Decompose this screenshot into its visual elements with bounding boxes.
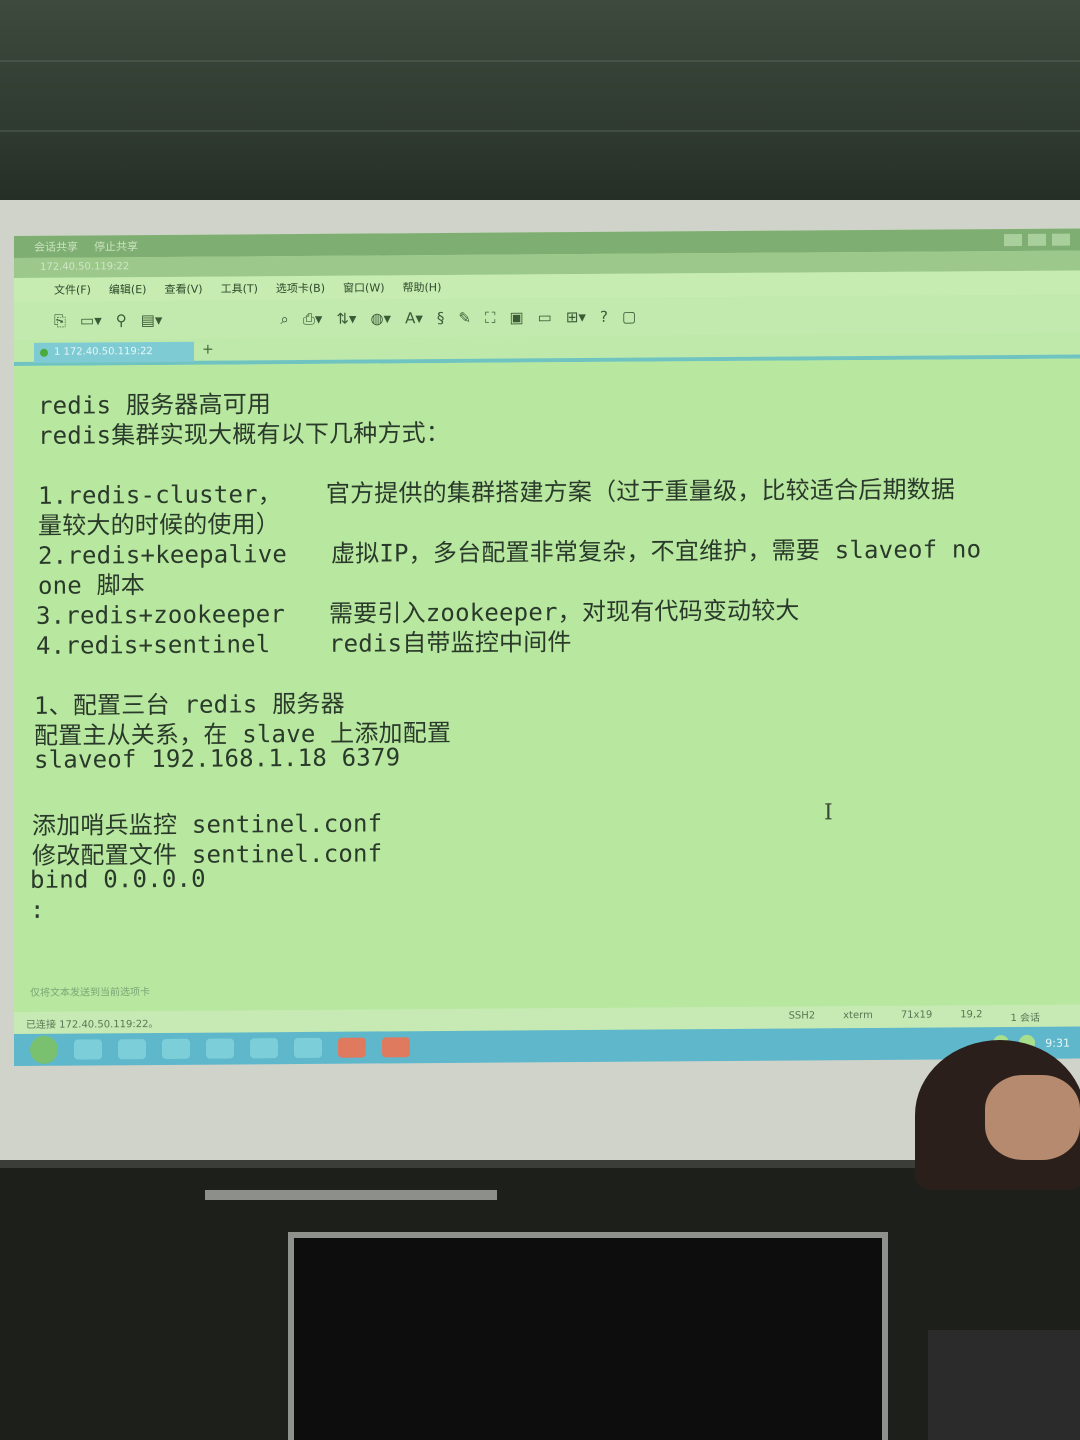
menu-help[interactable]: 帮助(H) bbox=[403, 279, 442, 295]
terminal-line: slaveof 192.168.1.18 6379 bbox=[34, 743, 401, 774]
record-icon[interactable]: ✎ bbox=[458, 309, 471, 327]
projected-desktop: 会话共享 停止共享 172.40.50.119:22 文件(F) 编辑(E) 查… bbox=[14, 228, 1080, 1066]
share-session-label[interactable]: 会话共享 bbox=[34, 239, 78, 255]
status-fields: SSH2 xterm 71x19 19,2 1 会话 bbox=[789, 1008, 1040, 1025]
chat-icon[interactable]: ▢ bbox=[622, 308, 636, 326]
ceiling bbox=[0, 0, 1080, 230]
terminal-line: redis集群实现大概有以下几种方式： bbox=[38, 418, 451, 450]
close-icon[interactable] bbox=[1052, 233, 1070, 246]
connect-icon[interactable]: ⚲ bbox=[116, 311, 127, 329]
terminal-line: bind 0.0.0.0 bbox=[30, 864, 206, 894]
taskbar: 9:31 bbox=[14, 1026, 1080, 1066]
person-face bbox=[985, 1075, 1080, 1160]
projector-screen: 会话共享 停止共享 172.40.50.119:22 文件(F) 编辑(E) 查… bbox=[0, 200, 1080, 1165]
shelf bbox=[205, 1190, 497, 1200]
fullscreen-icon[interactable]: ⛶ bbox=[485, 309, 496, 327]
font-icon[interactable]: A▾ bbox=[405, 309, 423, 327]
tab-label: 1 172.40.50.119:22 bbox=[54, 346, 153, 358]
keyboard-icon[interactable]: ▭ bbox=[538, 308, 552, 326]
send-to-tab-hint[interactable]: 仅将文本发送到当前选项卡 bbox=[30, 983, 150, 999]
taskbar-app-icon[interactable] bbox=[250, 1038, 278, 1059]
taskbar-app-icon[interactable] bbox=[338, 1037, 366, 1058]
terminal-line: 2.redis+keepalive 虚拟IP，多台配置非常复杂，不宜维护，需要 … bbox=[38, 535, 982, 570]
address-text: 172.40.50.119:22 bbox=[40, 261, 130, 273]
taskbar-app-icon[interactable] bbox=[206, 1038, 234, 1059]
terminal-area[interactable]: redis 服务器高可用 redis集群实现大概有以下几种方式： 1.redis… bbox=[14, 358, 1080, 1012]
connection-status: 已连接 172.40.50.119:22。 bbox=[26, 1018, 159, 1031]
terminal-line: 4.redis+sentinel redis自带监控中间件 bbox=[36, 628, 572, 660]
menu-edit[interactable]: 编辑(E) bbox=[109, 281, 147, 297]
menu-tools[interactable]: 工具(T) bbox=[221, 280, 258, 296]
minimize-icon[interactable] bbox=[1004, 233, 1022, 247]
menu-view[interactable]: 查看(V) bbox=[164, 281, 202, 297]
stop-share-label[interactable]: 停止共享 bbox=[94, 238, 138, 254]
start-button[interactable] bbox=[30, 1035, 58, 1064]
add-icon[interactable]: ⊞▾ bbox=[566, 308, 586, 326]
session-count: 1 会话 bbox=[1010, 1012, 1040, 1024]
foreground-monitor bbox=[288, 1232, 888, 1440]
taskbar-app-icon[interactable] bbox=[74, 1039, 102, 1060]
clock[interactable]: 9:31 bbox=[1045, 1036, 1070, 1049]
search-icon[interactable]: ⌕ bbox=[280, 310, 288, 328]
terminal-type: xterm bbox=[843, 1009, 873, 1021]
print-icon[interactable]: ⎙▾ bbox=[303, 310, 323, 328]
script-icon[interactable]: § bbox=[437, 309, 445, 327]
globe-icon[interactable]: ◍▾ bbox=[370, 309, 391, 327]
window-controls bbox=[1004, 233, 1070, 247]
terminal-prompt: : bbox=[30, 895, 45, 924]
new-session-icon[interactable]: ⎘ bbox=[54, 312, 66, 330]
menu-window[interactable]: 窗口(W) bbox=[343, 279, 384, 295]
menu-file[interactable]: 文件(F) bbox=[54, 281, 91, 297]
protocol-status: SSH2 bbox=[788, 1009, 816, 1022]
maximize-icon[interactable] bbox=[1028, 233, 1046, 246]
tab-session-1[interactable]: 1 172.40.50.119:22 bbox=[34, 341, 194, 363]
cursor-position: 19,2 bbox=[960, 1008, 983, 1020]
add-tab-button[interactable]: + bbox=[202, 342, 214, 358]
text-cursor-icon: I bbox=[824, 800, 833, 826]
properties-icon[interactable]: ▤▾ bbox=[141, 311, 163, 329]
terminal-size: 71x19 bbox=[900, 1009, 933, 1021]
taskbar-app-icon[interactable] bbox=[162, 1038, 190, 1059]
ceiling-seam bbox=[0, 60, 1080, 62]
menu-tabs[interactable]: 选项卡(B) bbox=[276, 280, 325, 296]
ceiling-seam bbox=[0, 130, 1080, 132]
transfer-icon[interactable]: ⇅▾ bbox=[336, 310, 356, 328]
foreground-monitor-right bbox=[928, 1330, 1080, 1440]
open-folder-icon[interactable]: ▭▾ bbox=[80, 311, 102, 329]
taskbar-app-icon[interactable] bbox=[382, 1037, 410, 1058]
help-icon[interactable]: ? bbox=[600, 308, 608, 326]
taskbar-app-icon[interactable] bbox=[118, 1039, 146, 1060]
lock-icon[interactable]: ▣ bbox=[509, 308, 523, 326]
taskbar-app-icon[interactable] bbox=[294, 1037, 322, 1059]
connected-status-icon bbox=[40, 348, 48, 357]
